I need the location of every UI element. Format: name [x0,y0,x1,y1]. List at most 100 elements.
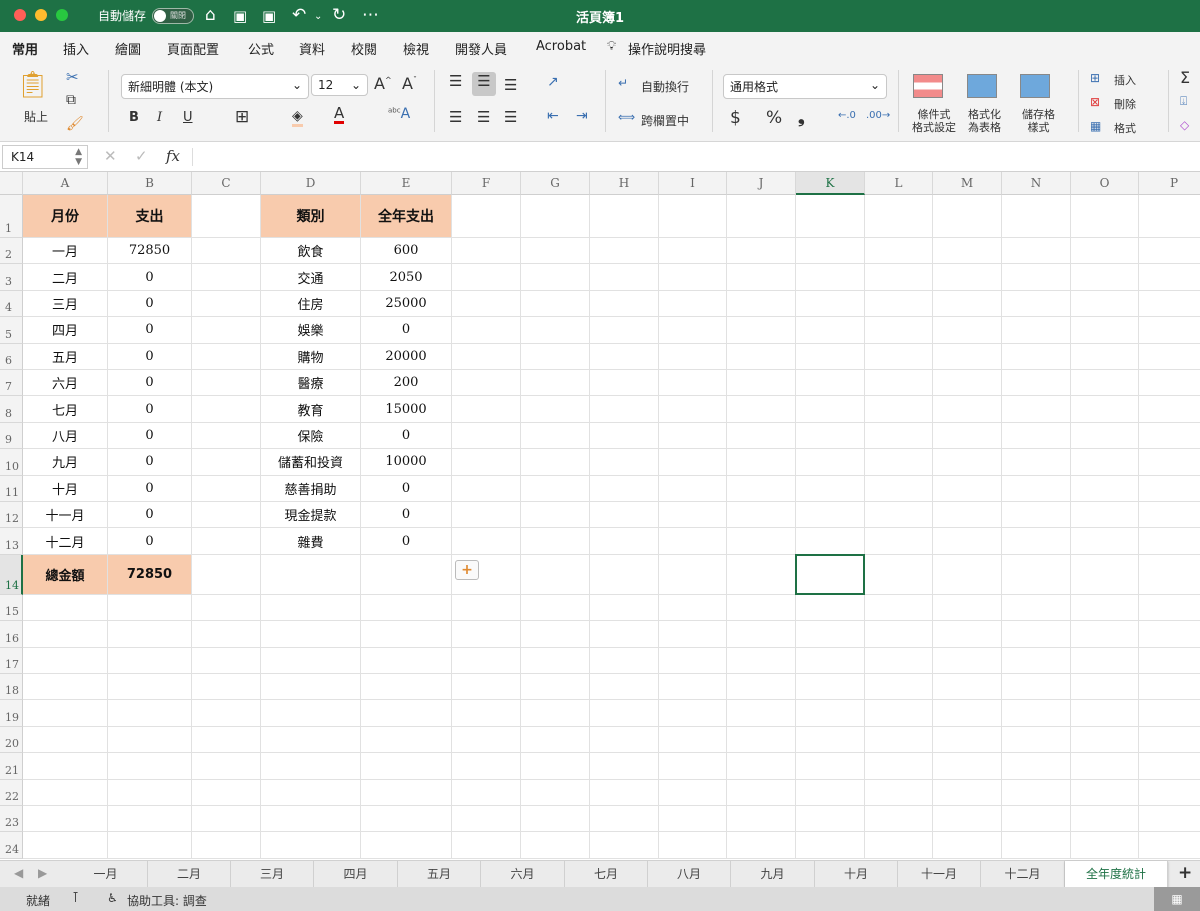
cell-G1[interactable] [521,195,590,238]
cell-H3[interactable] [590,264,659,291]
align-top-icon[interactable]: ☰ [449,72,462,90]
cell-N15[interactable] [1002,594,1071,622]
cell-O19[interactable] [1071,700,1139,727]
cell-I13[interactable] [659,528,727,555]
cell-D15[interactable] [261,594,361,622]
cell-H5[interactable] [590,317,659,344]
cell-K7[interactable] [796,370,865,397]
cell-J21[interactable] [727,753,796,780]
cell-M14[interactable] [933,554,1002,595]
increase-decimal-icon[interactable]: ←.0 [838,110,856,121]
tab-review[interactable]: 校閱 [351,39,377,58]
cell-I23[interactable] [659,806,727,833]
cell-B21[interactable] [108,753,192,780]
cell-B3[interactable]: 0 [108,264,192,291]
row-header-16[interactable]: 16 [0,621,23,648]
cell-N19[interactable] [1002,700,1071,727]
cell-L16[interactable] [865,621,933,648]
cell-C18[interactable] [192,674,261,701]
cell-M8[interactable] [933,396,1002,423]
cell-L13[interactable] [865,528,933,555]
add-sheet-button[interactable]: + [1178,863,1192,883]
cell-F18[interactable] [452,674,521,701]
cell-D14[interactable] [261,554,361,595]
accessibility-status[interactable]: 協助工具: 調查 [127,892,207,909]
cell-F21[interactable] [452,753,521,780]
tab-insert[interactable]: 插入 [63,39,89,58]
cell-J9[interactable] [727,422,796,450]
decrease-indent-icon[interactable]: ⇤ [547,108,559,124]
clear-icon[interactable]: ◇ [1180,118,1189,132]
cell-B20[interactable] [108,726,192,754]
format-as-table-button[interactable]: 格式化 為表格 [968,108,1001,134]
cell-J5[interactable] [727,317,796,344]
cell-P13[interactable] [1139,528,1200,555]
cell-A11[interactable]: 十月 [23,475,108,502]
cell-E2[interactable]: 600 [361,238,452,265]
cell-J8[interactable] [727,396,796,423]
cell-B9[interactable]: 0 [108,422,192,450]
bold-button[interactable]: B [129,110,139,125]
cell-B1[interactable]: 支出 [108,195,192,238]
cell-G14[interactable] [521,554,590,595]
cell-M18[interactable] [933,674,1002,701]
cell-I12[interactable] [659,502,727,529]
cell-H8[interactable] [590,396,659,423]
cell-D1[interactable]: 類別 [261,195,361,238]
conditional-format-icon[interactable] [913,74,943,98]
cell-J2[interactable] [727,238,796,265]
cell-F17[interactable] [452,647,521,674]
sheet-tab[interactable]: 七月 [565,861,648,887]
cell-G20[interactable] [521,726,590,754]
column-header-H[interactable]: H [590,172,659,195]
cell-I17[interactable] [659,647,727,674]
cell-E19[interactable] [361,700,452,727]
cell-J3[interactable] [727,264,796,291]
cell-M6[interactable] [933,343,1002,370]
cell-A9[interactable]: 八月 [23,422,108,450]
cell-G5[interactable] [521,317,590,344]
cell-E10[interactable]: 10000 [361,449,452,476]
cell-J15[interactable] [727,594,796,622]
cell-E17[interactable] [361,647,452,674]
cell-M23[interactable] [933,806,1002,833]
cell-O11[interactable] [1071,475,1139,502]
cell-G4[interactable] [521,290,590,318]
cell-H2[interactable] [590,238,659,265]
decrease-decimal-icon[interactable]: .00→ [866,110,890,121]
cell-F20[interactable] [452,726,521,754]
cell-C7[interactable] [192,370,261,397]
cell-N11[interactable] [1002,475,1071,502]
merge-center-icon[interactable]: ⟺ [618,110,635,124]
cell-F16[interactable] [452,621,521,648]
cell-P2[interactable] [1139,238,1200,265]
cell-C9[interactable] [192,422,261,450]
insert-cells-icon[interactable]: ⊞ [1090,71,1100,85]
column-header-J[interactable]: J [727,172,796,195]
cell-B7[interactable]: 0 [108,370,192,397]
cell-C12[interactable] [192,502,261,529]
cell-P23[interactable] [1139,806,1200,833]
cell-A6[interactable]: 五月 [23,343,108,370]
cell-P18[interactable] [1139,674,1200,701]
comma-button[interactable]: ❟ [798,108,805,128]
cell-J24[interactable] [727,832,796,859]
cell-A12[interactable]: 十一月 [23,502,108,529]
cell-K9[interactable] [796,422,865,450]
cell-L6[interactable] [865,343,933,370]
cell-I6[interactable] [659,343,727,370]
align-bottom-icon[interactable]: ☰ [504,76,517,94]
cell-A22[interactable] [23,779,108,806]
cell-N7[interactable] [1002,370,1071,397]
fill-color-icon[interactable]: ◈ [292,108,303,127]
cell-I10[interactable] [659,449,727,476]
cell-O4[interactable] [1071,290,1139,318]
tab-acrobat[interactable]: Acrobat [536,39,586,54]
row-header-24[interactable]: 24 [0,832,23,859]
cell-I3[interactable] [659,264,727,291]
cell-O21[interactable] [1071,753,1139,780]
format-as-table-icon[interactable] [967,74,997,98]
row-header-5[interactable]: 5 [0,317,23,344]
cell-O23[interactable] [1071,806,1139,833]
column-header-L[interactable]: L [865,172,933,195]
